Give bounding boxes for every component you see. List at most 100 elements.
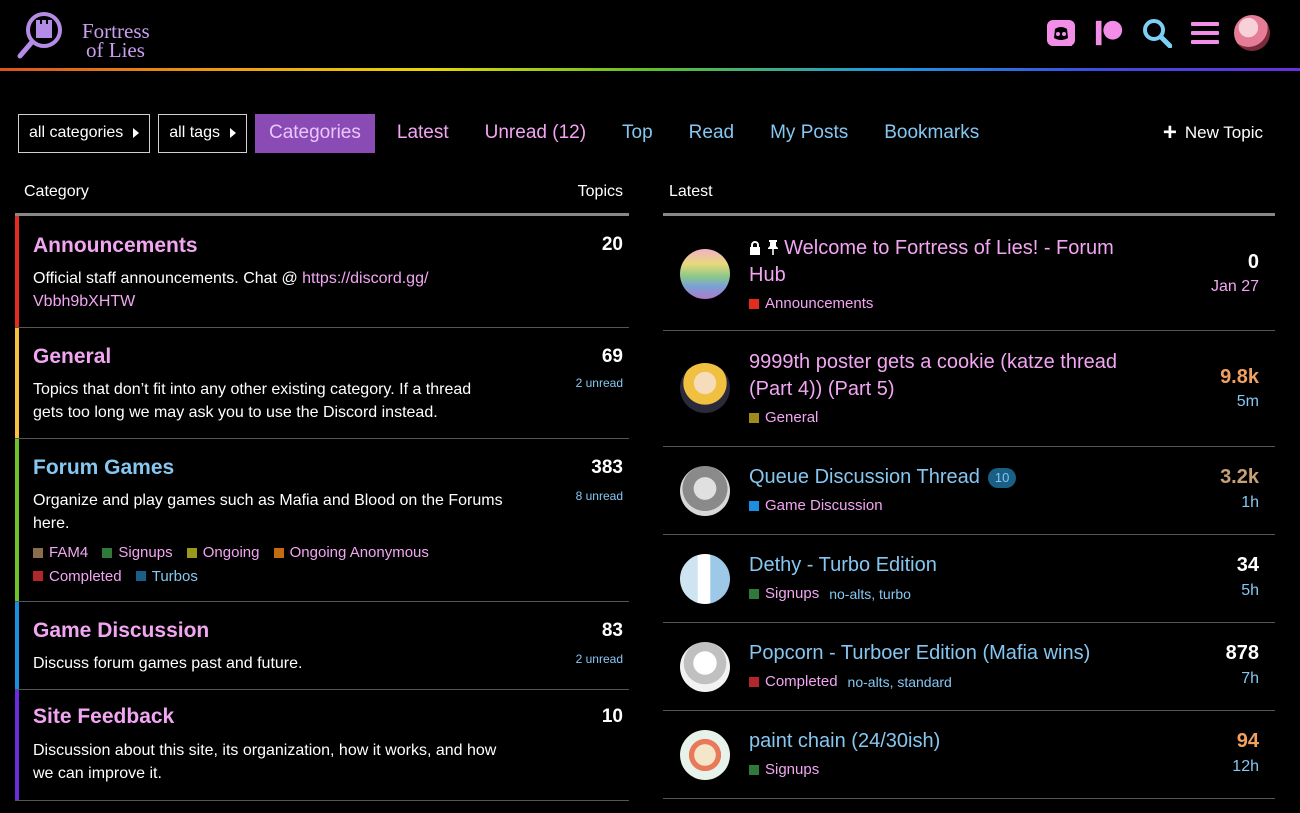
topic-category[interactable]: Signups no-alts, turbo <box>749 585 911 602</box>
topic-row[interactable]: Queue Discussion Thread 10 Game Discussio… <box>663 447 1275 535</box>
topic-activity[interactable]: 5m <box>1237 393 1259 411</box>
subcategory-ongoing[interactable]: Ongoing <box>186 541 259 564</box>
nav-my-posts[interactable]: My Posts <box>756 114 862 153</box>
category-row-announcements[interactable]: Announcements Official staff announcemen… <box>15 216 629 328</box>
topic-category[interactable]: Signups <box>749 761 819 778</box>
caret-right-icon <box>229 128 236 138</box>
search-icon[interactable] <box>1142 14 1172 52</box>
topic-title[interactable]: 9999th poster gets a cookie (katze threa… <box>749 349 1129 403</box>
subcategory-completed[interactable]: Completed <box>33 565 122 588</box>
new-topic-label: New Topic <box>1184 122 1263 142</box>
subcategory-signups[interactable]: Signups <box>102 541 173 564</box>
nav-unread[interactable]: Unread (12) <box>471 114 600 153</box>
pin-icon <box>767 240 778 255</box>
latest-topics: Latest Welcome to Fortress of Lies! - Fo… <box>663 170 1275 799</box>
nav-top[interactable]: Top <box>608 114 667 153</box>
category-color-bar <box>15 439 19 601</box>
topic-tags[interactable]: no-alts, standard <box>848 674 952 690</box>
all-tags-label: all tags <box>169 124 220 141</box>
topic-avatar[interactable] <box>680 730 730 780</box>
topic-avatar[interactable] <box>680 466 730 516</box>
category-row-site-feedback[interactable]: Site Feedback Discussion about this site… <box>15 690 629 801</box>
unread-badge[interactable]: 10 <box>987 467 1017 488</box>
category-title[interactable]: Game Discussion <box>33 619 209 643</box>
topic-title[interactable]: paint chain (24/30ish) <box>749 728 1129 755</box>
topic-title[interactable]: Popcorn - Turboer Edition (Mafia wins) <box>749 640 1129 667</box>
topic-title-wrap[interactable]: Welcome to Fortress of Lies! - Forum Hub <box>749 235 1129 289</box>
discord-link[interactable]: https://discord.gg/ <box>302 270 428 287</box>
topic-category[interactable]: General <box>749 409 818 426</box>
site-logo[interactable]: Fortress of Lies <box>16 10 166 62</box>
category-title[interactable]: Site Feedback <box>33 705 174 729</box>
category-description: Topics that don’t fit into any other exi… <box>33 381 472 421</box>
subcategory-turbos[interactable]: Turbos <box>135 565 198 588</box>
nav-latest[interactable]: Latest <box>383 114 463 153</box>
subcategory-fam4[interactable]: FAM4 <box>33 541 88 564</box>
unread-count[interactable]: 2 unread <box>576 652 623 666</box>
topic-replies: 0 <box>1247 251 1259 273</box>
subcategory-ongoing-anonymous[interactable]: Ongoing Anonymous <box>273 541 429 564</box>
category-row-game-discussion[interactable]: Game Discussion Discuss forum games past… <box>15 602 629 690</box>
topic-category[interactable]: Announcements <box>749 295 873 312</box>
topic-row[interactable]: Dethy - Turbo Edition Signups no-alts, t… <box>663 535 1275 623</box>
hamburger-menu-icon[interactable] <box>1190 14 1220 52</box>
rainbow-divider <box>0 68 1300 71</box>
topic-title[interactable]: Dethy - Turbo Edition <box>749 552 1129 579</box>
nav-categories[interactable]: Categories <box>254 113 375 153</box>
category-color-bar <box>15 216 19 327</box>
category-row-general[interactable]: General Topics that don’t fit into any o… <box>15 328 629 439</box>
category-description: Discuss forum games past and future. <box>33 655 303 672</box>
category-row-forum-games[interactable]: Forum Games Organize and play games such… <box>15 439 629 602</box>
categories-header: Category Topics <box>15 170 629 216</box>
unread-count[interactable]: 2 unread <box>576 376 623 390</box>
topic-count: 69 <box>601 346 623 367</box>
user-avatar[interactable] <box>1234 15 1270 51</box>
topic-category[interactable]: Game Discussion <box>749 497 883 514</box>
topic-replies: 94 <box>1236 730 1259 752</box>
topic-tags[interactable]: no-alts, turbo <box>829 586 911 602</box>
topic-replies: 3.2k <box>1220 466 1259 488</box>
topic-row[interactable]: Welcome to Fortress of Lies! - Forum Hub… <box>663 216 1275 331</box>
category-color-bar <box>15 602 19 689</box>
patreon-icon[interactable] <box>1094 14 1124 52</box>
topic-activity[interactable]: 12h <box>1232 758 1259 776</box>
topic-avatar[interactable] <box>680 249 730 299</box>
column-category: Category <box>24 182 89 200</box>
unread-count[interactable]: 8 unread <box>576 489 623 503</box>
category-title[interactable]: Announcements <box>33 234 198 258</box>
discord-icon[interactable] <box>1046 14 1076 52</box>
all-categories-dropdown[interactable]: all categories <box>18 113 151 153</box>
logo-line2: of Lies <box>86 38 145 62</box>
topic-activity[interactable]: 1h <box>1241 494 1259 512</box>
all-tags-dropdown[interactable]: all tags <box>158 113 247 153</box>
site-header: Fortress of Lies <box>0 0 1300 68</box>
topic-row[interactable]: Popcorn - Turboer Edition (Mafia wins) C… <box>663 623 1275 711</box>
categories-table: Category Topics Announcements Official s… <box>15 170 629 801</box>
topic-row[interactable]: 9999th poster gets a cookie (katze threa… <box>663 331 1275 447</box>
new-topic-button[interactable]: + New Topic <box>1163 113 1263 152</box>
topic-activity[interactable]: 7h <box>1241 670 1259 688</box>
topic-replies: 878 <box>1225 642 1259 664</box>
lock-icon <box>750 241 760 255</box>
topic-category[interactable]: Completed no-alts, standard <box>749 673 952 690</box>
topic-activity[interactable]: Jan 27 <box>1211 278 1259 296</box>
nav-bookmarks[interactable]: Bookmarks <box>870 114 993 153</box>
topic-activity[interactable]: 5h <box>1241 582 1259 600</box>
nav-read[interactable]: Read <box>675 114 748 153</box>
topic-avatar[interactable] <box>680 554 730 604</box>
navigation-bar: all categories all tags Categories Lates… <box>18 113 1268 153</box>
topic-title-wrap[interactable]: Queue Discussion Thread 10 <box>749 464 1129 491</box>
topic-row[interactable]: paint chain (24/30ish) Signups 94 12h <box>663 711 1275 799</box>
category-title[interactable]: General <box>33 345 111 369</box>
topic-title[interactable]: Welcome to Fortress of Lies! - Forum Hub <box>749 237 1114 286</box>
topic-avatar[interactable] <box>680 363 730 413</box>
topic-avatar[interactable] <box>680 642 730 692</box>
topic-count: 20 <box>601 234 623 255</box>
discord-link-code[interactable]: Vbbh9bXHTW <box>33 293 135 310</box>
topic-title[interactable]: Queue Discussion Thread <box>749 466 980 488</box>
latest-header: Latest <box>663 170 1275 216</box>
topic-count: 383 <box>591 457 623 478</box>
fortress-logo-icon <box>17 12 62 59</box>
header-icons <box>1028 14 1270 52</box>
category-title[interactable]: Forum Games <box>33 456 174 480</box>
